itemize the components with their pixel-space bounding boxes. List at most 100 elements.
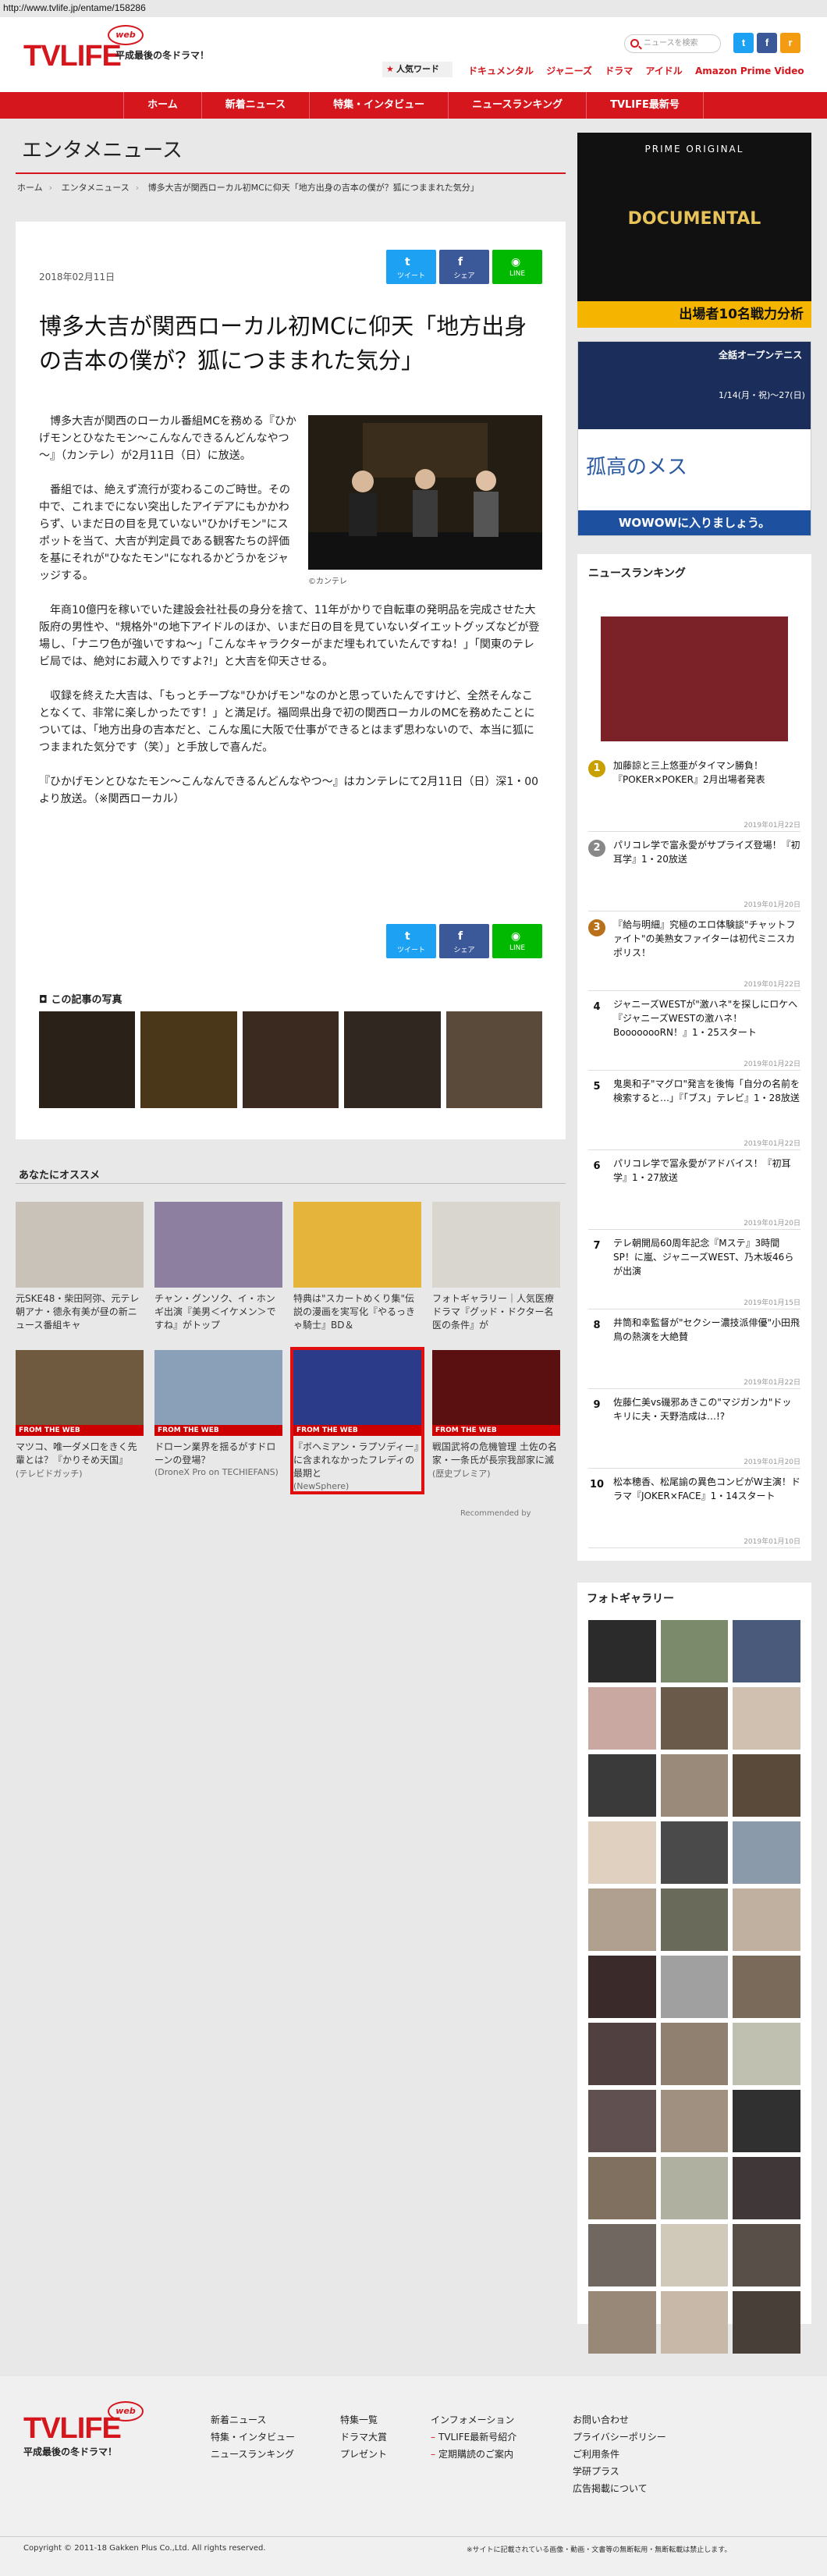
gallery-thumbnail[interactable]	[733, 1687, 800, 1750]
facebook-share-button[interactable]: f シェア	[439, 924, 489, 958]
gallery-thumbnail[interactable]	[588, 2224, 656, 2286]
gallery-thumbnail[interactable]	[588, 1888, 656, 1951]
hot-link[interactable]: Amazon Prime Video	[695, 66, 804, 76]
gallery-thumbnail[interactable]	[588, 2023, 656, 2085]
gallery-thumbnail[interactable]	[733, 1956, 800, 2018]
footer-link[interactable]: ご利用条件	[573, 2446, 666, 2463]
footer-link[interactable]: プライバシーポリシー	[573, 2429, 666, 2446]
gallery-thumbnail[interactable]	[588, 2291, 656, 2354]
search-input[interactable]: ニュースを検索	[624, 34, 721, 53]
gallery-thumbnail[interactable]	[588, 2157, 656, 2219]
footer-link[interactable]: 広告掲載について	[573, 2480, 666, 2497]
ranking-item[interactable]: 8 井筒和幸監督が"セクシー濃技派俳優"小田飛鳥の熱演を大絶賛 2019年01月22…	[588, 1316, 800, 1389]
gallery-thumbnail[interactable]	[588, 1754, 656, 1817]
gallery-thumbnail[interactable]	[588, 1620, 656, 1682]
gallery-thumbnail[interactable]	[660, 1956, 729, 2018]
photo-thumbnail[interactable]	[445, 1011, 543, 1108]
recommend-card[interactable]: チャン・グンソク、イ・ホンギ出演『美男＜イケメン＞ですね』がトップ	[154, 1202, 282, 1333]
gallery-thumbnail[interactable]	[660, 2090, 729, 2152]
gallery-thumbnail[interactable]	[733, 1821, 800, 1884]
recommend-card[interactable]: 特典は"スカートめくり集"伝説の漫画を実写化『やるっきゃ騎士』BD＆	[293, 1202, 421, 1333]
ranking-item[interactable]: 7 テレ朝開局60周年記念『Mステ』3時間SP！に嵐、ジャニーズWEST、乃木坂4…	[588, 1236, 800, 1309]
hot-link[interactable]: ドキュメンタル	[468, 66, 534, 76]
nav-latest-issue[interactable]: TVLIFE最新号	[586, 92, 704, 119]
gallery-thumbnail[interactable]	[660, 1620, 729, 1682]
photo-thumbnail[interactable]	[140, 1011, 237, 1108]
gallery-thumbnail[interactable]	[588, 1956, 656, 2018]
gallery-thumbnail[interactable]	[733, 1620, 800, 1682]
gallery-thumbnail[interactable]	[660, 1754, 729, 1817]
photo-thumbnail[interactable]	[344, 1011, 441, 1108]
photo-thumbnail[interactable]	[39, 1011, 136, 1108]
ranking-top-image[interactable]	[601, 616, 788, 741]
breadcrumb-category[interactable]: エンタメニュース	[62, 183, 130, 193]
footer-link[interactable]: 学研プラス	[573, 2463, 666, 2480]
photo-thumbnail[interactable]	[242, 1011, 339, 1108]
hot-link[interactable]: ドラマ	[605, 66, 633, 76]
ranking-item[interactable]: 4 ジャニーズWESTが"激ハネ"を探しにロケへ『ジャニーズWESTの激ハネ！Bo…	[588, 997, 800, 1071]
gallery-thumbnail[interactable]	[588, 1821, 656, 1884]
footer-link[interactable]: 新着ニュース	[211, 2411, 295, 2429]
nav-home[interactable]: ホーム	[123, 92, 201, 119]
gallery-thumbnail[interactable]	[660, 1821, 729, 1884]
recommend-card[interactable]: FROM THE WEB 戦国武将の危機管理 土佐の名家・一条氏が長宗我部家に滅…	[432, 1350, 560, 1480]
footer-link[interactable]: – 定期購読のご案内	[431, 2446, 516, 2463]
ranking-item[interactable]: 9 佐藤仁美vs磯邪あきこの"マジガンカ"ドッキリに夫・天野浩成は…!? 2019年…	[588, 1395, 800, 1469]
gallery-thumbnail[interactable]	[733, 2157, 800, 2219]
gallery-thumbnail[interactable]	[660, 1888, 729, 1951]
footer-link[interactable]: 特集・インタビュー	[211, 2429, 295, 2446]
gallery-thumbnail[interactable]	[733, 2090, 800, 2152]
footer-link[interactable]: お問い合わせ	[573, 2411, 666, 2429]
card-title: フォトギャラリー｜人気医療ドラマ『グッド・ドクター名医の条件』が	[432, 1293, 555, 1331]
gallery-thumbnail[interactable]	[733, 2023, 800, 2085]
ranking-item[interactable]: 6 パリコレ学で冨永愛がアドバイス！『初耳学』1・27放送 2019年01月20日	[588, 1157, 800, 1230]
footer-logo[interactable]: TVLIFE	[23, 2412, 122, 2446]
recommend-card[interactable]: 元SKE48・柴田阿弥、元テレ朝アナ・德永有美が昼の新ニュース番組キャ	[16, 1202, 144, 1333]
site-logo[interactable]: TVLIFE	[23, 39, 122, 73]
ranking-item[interactable]: 10 松本穂香、松尾諭の異色コンビがW主演！ドラマ『JOKER×FACE』1・14…	[588, 1475, 800, 1548]
recommend-card[interactable]: FROM THE WEB マツコ、唯一ダメ口をきく先輩とは？『かりそめ天国』 (…	[16, 1350, 144, 1480]
gallery-thumbnail[interactable]	[660, 2224, 729, 2286]
gallery-thumbnail[interactable]	[733, 1754, 800, 1817]
nav-news[interactable]: 新着ニュース	[201, 92, 309, 119]
gallery-thumbnail[interactable]	[660, 1687, 729, 1750]
gallery-thumbnail[interactable]	[733, 2291, 800, 2354]
gallery-thumbnail[interactable]	[660, 2291, 729, 2354]
gallery-thumbnail[interactable]	[588, 2090, 656, 2152]
ad-head: 全話オープンテニス	[719, 350, 803, 361]
footer-link[interactable]: プレゼント	[340, 2446, 387, 2463]
ranking-item[interactable]: 3 『給与明細』究極のエロ体験談"チャットファイト"の美熟女ファイターは初代ミニス…	[588, 918, 800, 991]
facebook-share-button[interactable]: f シェア	[439, 250, 489, 284]
nav-ranking[interactable]: ニュースランキング	[448, 92, 586, 119]
recommend-card[interactable]: フォトギャラリー｜人気医療ドラマ『グッド・ドクター名医の条件』が	[432, 1202, 560, 1333]
footer-link[interactable]: ドラマ大賞	[340, 2429, 387, 2446]
rss-icon[interactable]: r	[780, 33, 800, 53]
gallery-thumbnail[interactable]	[733, 2224, 800, 2286]
recommend-card-highlighted[interactable]: FROM THE WEB 『ボヘミアン・ラプソディー』に含まれなかったフレディの…	[290, 1347, 424, 1494]
ranking-item[interactable]: 5 鬼奥和子"マグロ"発言を後悔「自分の名前を検索すると…」『「ブス」テレビ』1・…	[588, 1077, 800, 1150]
footer-link[interactable]: ニュースランキング	[211, 2446, 295, 2463]
footer-link[interactable]: インフォメーション	[431, 2411, 516, 2429]
line-share-button[interactable]: ◉ LINE	[492, 250, 542, 284]
twitter-icon[interactable]: t	[733, 33, 754, 53]
gallery-thumbnail[interactable]	[660, 2157, 729, 2219]
hot-link[interactable]: アイドル	[645, 66, 682, 76]
hot-link[interactable]: ジャニーズ	[546, 66, 592, 76]
breadcrumb-home[interactable]: ホーム	[17, 183, 43, 193]
gallery-thumbnail[interactable]	[588, 1687, 656, 1750]
line-share-button[interactable]: ◉ LINE	[492, 924, 542, 958]
facebook-icon[interactable]: f	[757, 33, 777, 53]
gallery-thumbnail[interactable]	[660, 2023, 729, 2085]
recommend-card[interactable]: FROM THE WEB ドローン業界を揺るがすドローンの登場？ (DroneX…	[154, 1350, 282, 1477]
nav-features[interactable]: 特集・インタビュー	[309, 92, 448, 119]
footer-link[interactable]: – TVLIFE最新号紹介	[431, 2429, 516, 2446]
recommended-by[interactable]: Recommended by	[460, 1509, 531, 1518]
ad-banner-documental[interactable]: PRIME ORIGINAL DOCUMENTAL 出場者10名戦力分析	[577, 133, 811, 328]
tweet-button[interactable]: t ツイート	[386, 924, 436, 958]
ranking-item[interactable]: 2 パリコレ学で富永愛がサプライズ登場！『初耳学』1・20放送 2019年01月20…	[588, 838, 800, 911]
ad-banner-wowow[interactable]: 全話オープンテニス 1/14(月・祝)～27(日) 孤高のメス WOWOWに入り…	[577, 341, 811, 536]
gallery-thumbnail[interactable]	[733, 1888, 800, 1951]
ranking-item[interactable]: 1 加藤諒と三上悠亜がタイマン勝負！『POKER×POKER』2月出場者発表 201…	[588, 759, 800, 832]
footer-link[interactable]: 特集一覧	[340, 2411, 387, 2429]
tweet-button[interactable]: t ツイート	[386, 250, 436, 284]
